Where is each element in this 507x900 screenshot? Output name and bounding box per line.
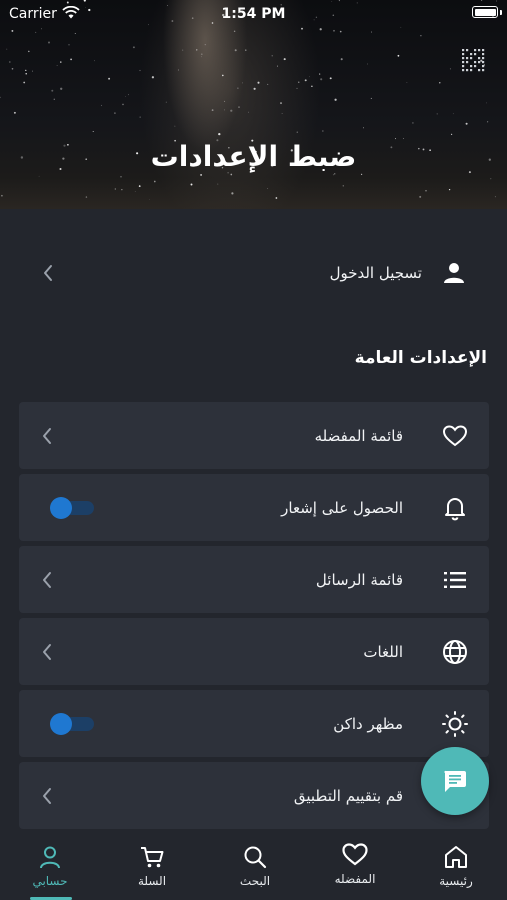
chevron-left-icon xyxy=(43,427,51,444)
setting-label: الحصول على إشعار xyxy=(281,498,403,517)
tab-search[interactable]: البحث xyxy=(205,832,305,900)
grid-dots-icon[interactable] xyxy=(461,48,485,72)
chat-icon xyxy=(444,770,466,792)
setting-label: قائمة المفضله xyxy=(314,426,403,445)
setting-languages[interactable]: اللغات xyxy=(19,618,489,685)
login-label: تسجيل الدخول xyxy=(329,264,422,282)
dark-mode-toggle[interactable] xyxy=(50,712,96,735)
setting-label: قائمة الرسائل xyxy=(315,570,403,589)
setting-label: مظهر داكن xyxy=(333,714,403,733)
chevron-left-icon xyxy=(43,571,51,588)
starry-sky-image xyxy=(0,0,497,201)
setting-label: قم بتقييم التطبيق xyxy=(293,786,403,805)
header-banner: Carrier 1:54 PM ضبط الإعدادات xyxy=(0,0,507,209)
tab-account[interactable]: حسابي xyxy=(0,832,100,900)
search-icon xyxy=(244,846,267,869)
chevron-left-icon xyxy=(43,643,51,660)
person-icon xyxy=(444,263,464,283)
chat-fab-button[interactable] xyxy=(421,747,489,815)
chevron-left-icon xyxy=(44,265,52,281)
chevron-left-icon xyxy=(43,787,51,804)
tab-cart[interactable]: السلة xyxy=(102,832,202,900)
list-icon xyxy=(444,571,466,588)
heart-icon xyxy=(442,424,468,446)
login-row[interactable]: تسجيل الدخول xyxy=(20,243,488,303)
section-title: الإعدادات العامة xyxy=(354,348,487,368)
setting-notifications: الحصول على إشعار xyxy=(19,474,489,541)
tab-label: رئيسية xyxy=(439,874,473,888)
tab-favorites[interactable]: المفضله xyxy=(305,832,405,900)
setting-label: اللغات xyxy=(363,642,403,661)
setting-favorites[interactable]: قائمة المفضله xyxy=(19,402,489,469)
setting-dark-mode: مظهر داكن xyxy=(19,690,489,757)
user-icon xyxy=(40,846,60,869)
tab-label: حسابي xyxy=(32,874,68,888)
status-bar: Carrier 1:54 PM xyxy=(0,0,507,28)
setting-rate-app[interactable]: قم بتقييم التطبيق xyxy=(19,762,489,829)
tab-label: المفضله xyxy=(334,872,376,886)
heart-icon xyxy=(342,843,368,866)
tab-label: السلة xyxy=(137,874,167,888)
tab-label: البحث xyxy=(239,874,271,888)
page-title: ضبط الإعدادات xyxy=(150,140,357,173)
setting-messages[interactable]: قائمة الرسائل xyxy=(19,546,489,613)
status-time: 1:54 PM xyxy=(221,6,286,22)
sun-icon xyxy=(442,710,468,737)
bottom-tab-bar: رئيسية المفضله البحث السلة حسابي xyxy=(0,832,507,900)
notifications-toggle[interactable] xyxy=(50,496,96,519)
globe-icon xyxy=(443,639,467,664)
home-icon xyxy=(445,846,467,868)
battery-icon xyxy=(472,6,498,18)
cart-icon xyxy=(141,847,164,868)
bell-icon xyxy=(445,497,465,520)
tab-home[interactable]: رئيسية xyxy=(406,832,506,900)
